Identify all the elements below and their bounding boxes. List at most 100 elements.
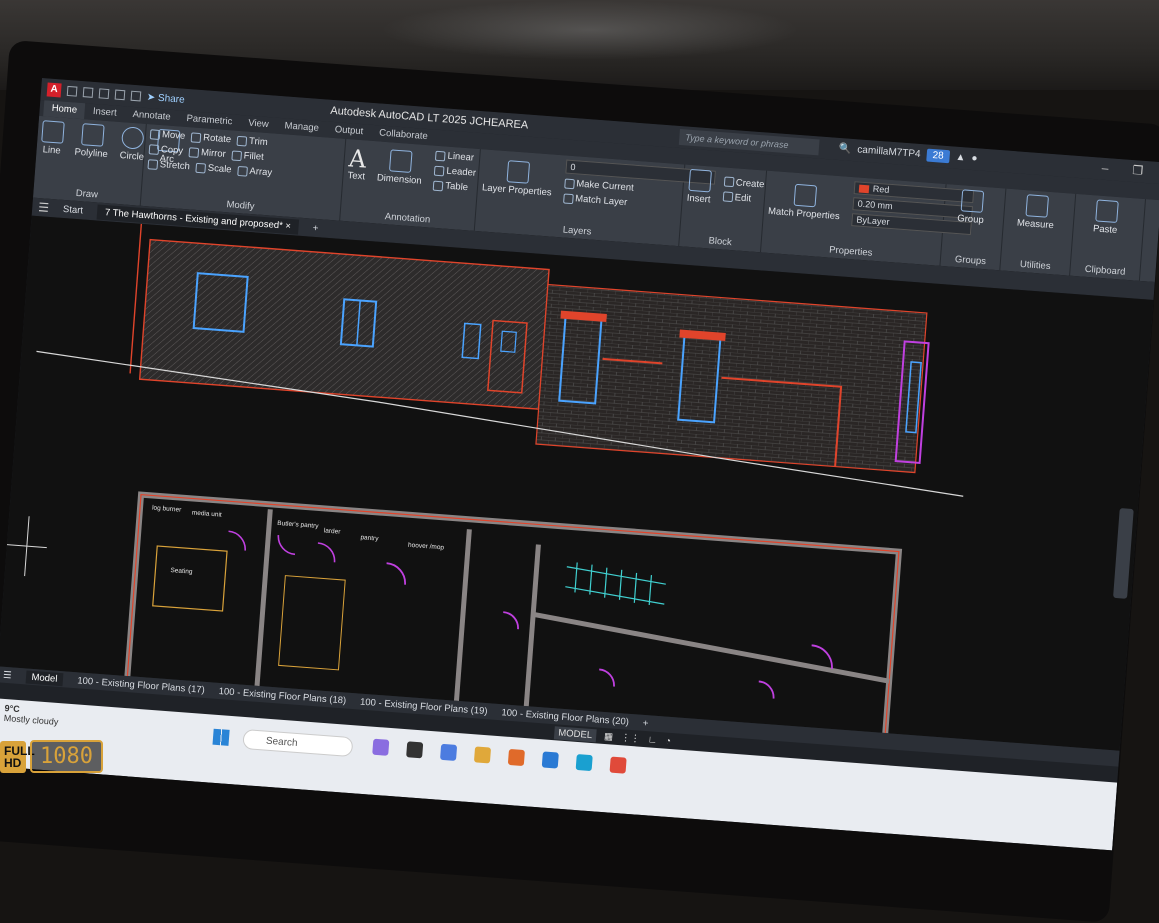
stretch-label: Stretch [159, 159, 191, 173]
stretch-tool[interactable]: Stretch [147, 158, 190, 172]
close-icon[interactable]: × [285, 220, 291, 231]
match-properties-label: Match Properties [767, 205, 841, 222]
circle-icon [121, 126, 145, 150]
polyline-icon [80, 123, 105, 147]
move-icon [149, 128, 161, 140]
polyline-tool[interactable]: Polyline [74, 123, 110, 160]
text-tool[interactable]: A Text [347, 144, 368, 182]
firefox-icon[interactable] [507, 748, 525, 767]
stretch-icon [147, 158, 159, 170]
linear-icon [435, 150, 446, 161]
linear-label: Linear [447, 150, 475, 164]
tab-start[interactable]: Start [63, 203, 84, 215]
print-icon[interactable] [114, 89, 126, 101]
leader-tool[interactable]: Leader [434, 165, 476, 179]
undo-icon[interactable] [130, 90, 142, 102]
snap-icon[interactable]: ⋮⋮ [621, 732, 641, 744]
linear-tool[interactable]: Linear [435, 150, 477, 164]
paste-label: Paste [1092, 223, 1118, 237]
create-tool[interactable]: Create [723, 176, 765, 190]
line-tool[interactable]: Line [40, 120, 65, 157]
edit-tool[interactable]: Edit [722, 191, 763, 205]
dimension-label: Dimension [376, 172, 423, 187]
mirror-tool[interactable]: Mirror [188, 146, 226, 160]
menu-icon[interactable]: ☰ [3, 669, 12, 681]
circle-tool[interactable]: Circle [119, 126, 146, 163]
paste-tool[interactable]: Paste [1077, 198, 1134, 237]
ortho-icon[interactable]: ∟ [647, 734, 657, 746]
help-icon[interactable]: ● [971, 153, 978, 164]
laptop-screen: A ➤ Share Autodesk AutoCAD LT 2025 JCHEA… [0, 78, 1159, 851]
warning-icon[interactable]: ▲ [955, 152, 966, 164]
insert-label: Insert [686, 192, 711, 206]
insert-icon [688, 168, 712, 193]
new-tab-icon[interactable]: + [312, 222, 318, 233]
room-label: media unit [192, 509, 223, 518]
edit-icon [722, 191, 734, 203]
minimize-icon[interactable]: – [1101, 161, 1109, 175]
insert-tool[interactable]: Insert [686, 168, 712, 206]
autocad-logo-icon[interactable]: A [46, 82, 62, 98]
file-explorer-icon[interactable] [473, 746, 492, 764]
table-tool[interactable]: Table [433, 180, 475, 194]
weather-widget[interactable]: 9°C Mostly cloudy [4, 703, 60, 727]
search-icon[interactable]: 🔍 [839, 143, 852, 155]
room-label: pantry [360, 534, 379, 542]
move-tool[interactable]: Move [149, 128, 186, 142]
rotate-tool[interactable]: Rotate [190, 131, 232, 145]
scale-label: Scale [207, 162, 232, 176]
store-icon[interactable] [541, 751, 559, 769]
group-tool[interactable]: Group [948, 188, 995, 226]
edge-icon[interactable] [575, 754, 593, 772]
properties-panel: Match Properties Red 0.20 mm ByLayer Pro… [760, 170, 975, 266]
taskbar-search[interactable]: Search [242, 728, 354, 758]
modify-panel: Move Rotate Trim Copy Mirror Fillet Stre… [140, 123, 347, 221]
drawing-canvas[interactable]: log burner media unit Butler's pantry la… [0, 215, 1154, 751]
cloud-badge[interactable]: 28 [926, 148, 951, 164]
task-view-icon[interactable] [406, 741, 424, 759]
model-space-button[interactable]: MODEL [553, 725, 597, 742]
open-icon[interactable] [82, 87, 94, 98]
fillet-tool[interactable]: Fillet [231, 149, 264, 163]
text-icon: A [347, 144, 368, 174]
menu-icon[interactable]: ☰ [38, 200, 50, 215]
chrome-icon[interactable] [609, 756, 627, 774]
dimension-icon [388, 149, 413, 173]
share-button[interactable]: ➤ Share [146, 91, 185, 105]
tab-model[interactable]: Model [25, 669, 64, 686]
utilities-panel: Measure Utilities [1000, 188, 1077, 276]
new-icon[interactable] [66, 85, 78, 97]
match-layer-label: Match Layer [574, 193, 628, 209]
measure-tool[interactable]: Measure [1007, 193, 1064, 232]
windows-start-icon[interactable] [212, 728, 230, 746]
resolution-label: 1080 [30, 740, 103, 773]
layer-properties-tool[interactable]: Layer Properties [482, 158, 554, 198]
block-small-tools: Create Edit [722, 176, 765, 205]
teams-icon[interactable] [440, 743, 458, 761]
fillet-icon [231, 149, 243, 161]
room-labels: log burner media unit Butler's pantry la… [152, 504, 445, 575]
group-icon [960, 189, 984, 213]
copy-tool[interactable]: Copy [148, 143, 184, 157]
move-label: Move [161, 129, 186, 142]
match-properties-tool[interactable]: Match Properties [767, 181, 842, 222]
dimension-tool[interactable]: Dimension [376, 148, 423, 187]
room-label: Butler's pantry [277, 520, 319, 530]
add-layout-icon[interactable]: + [642, 717, 648, 728]
make-current-icon [563, 177, 575, 189]
grid-icon[interactable]: ▦ [604, 731, 614, 743]
paste-icon [1094, 199, 1119, 223]
trim-tool[interactable]: Trim [236, 135, 268, 148]
cad-drawing: log burner media unit Butler's pantry la… [6, 223, 964, 745]
polar-icon[interactable]: ◔ [665, 735, 672, 746]
layer-properties-icon [506, 159, 530, 184]
line-label: Line [42, 144, 61, 157]
array-tool[interactable]: Array [237, 165, 273, 179]
rotate-icon [190, 131, 202, 143]
copilot-icon[interactable] [372, 738, 390, 756]
line-icon [41, 120, 65, 144]
scale-tool[interactable]: Scale [195, 162, 232, 176]
create-icon [723, 176, 735, 188]
restore-icon[interactable]: ❐ [1132, 163, 1144, 178]
save-icon[interactable] [98, 88, 110, 100]
